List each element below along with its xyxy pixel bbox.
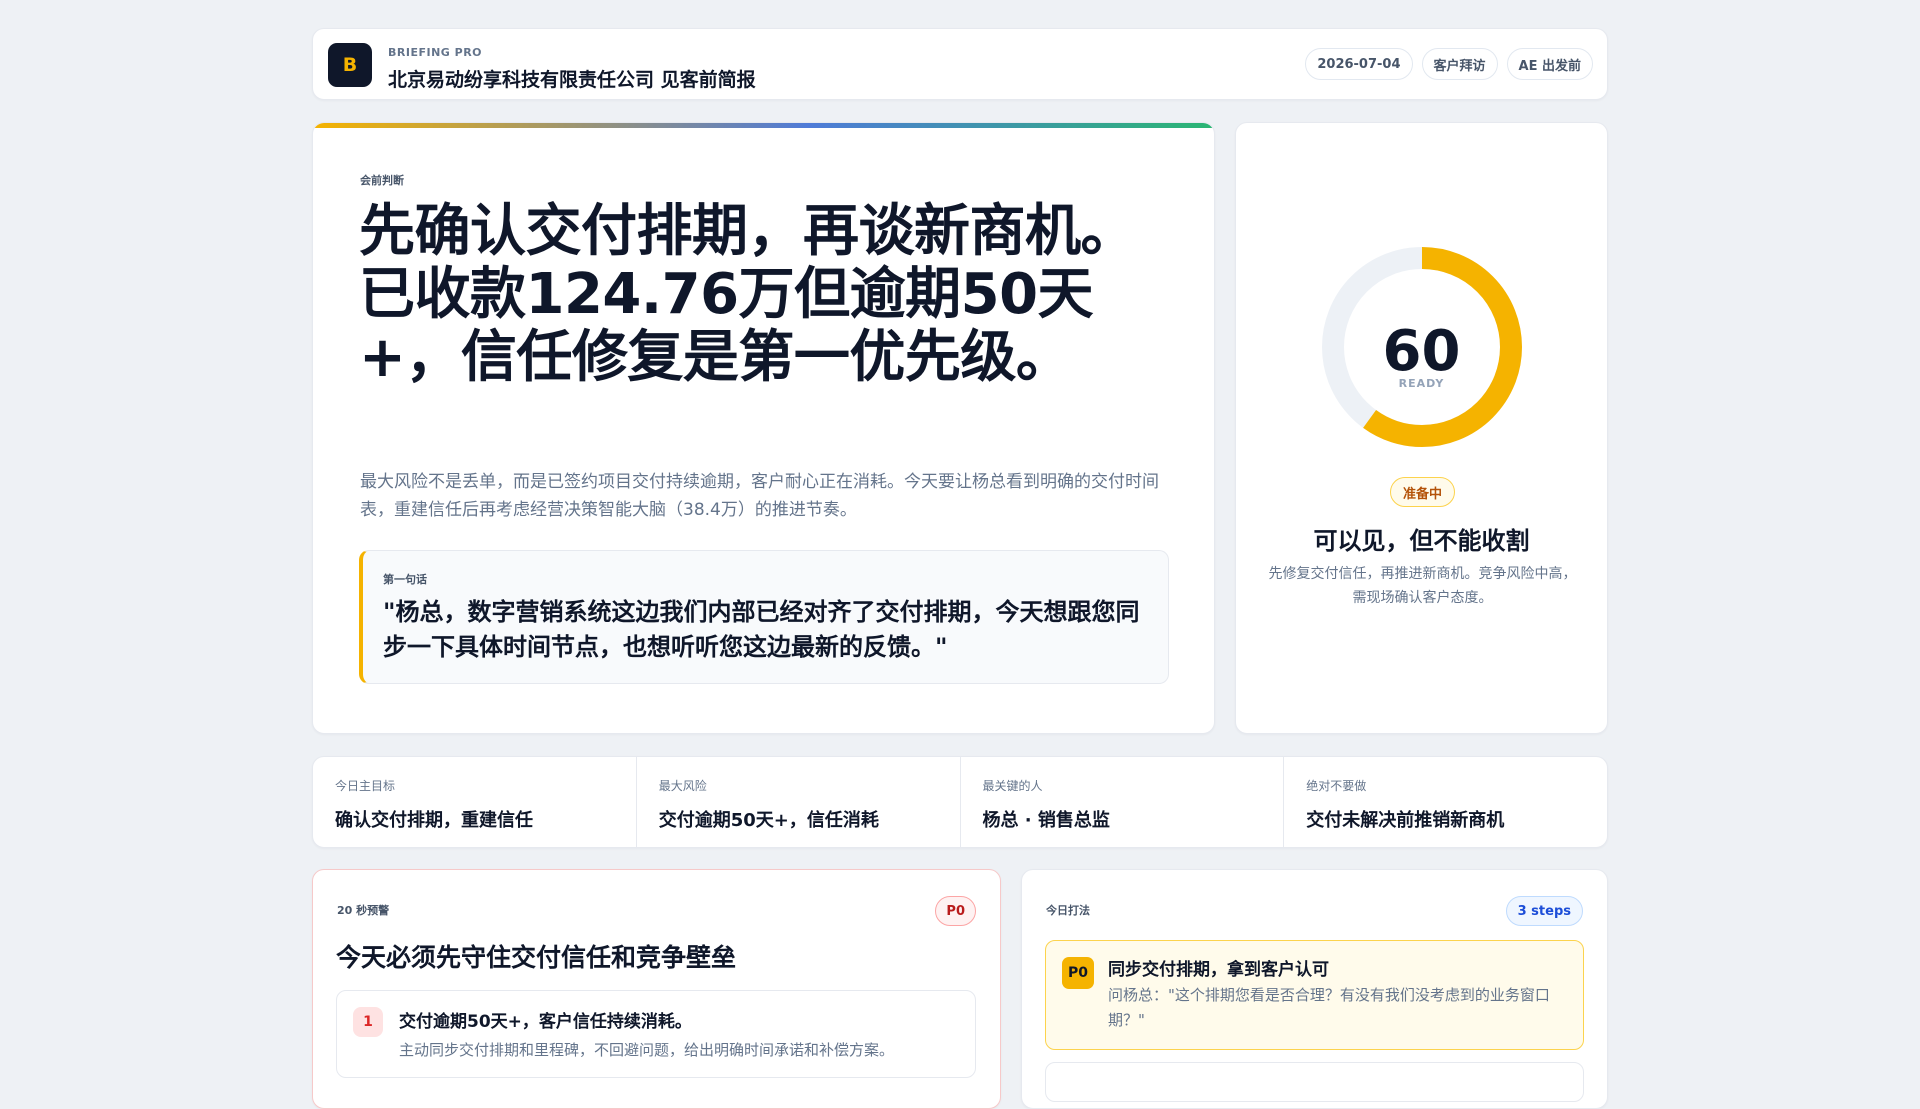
step-detail: 问杨总："这个排期您看是否合理？有没有我们没考虑到的业务窗口期？" xyxy=(1108,986,1550,1029)
plan-step-next[interactable] xyxy=(1045,1062,1584,1102)
alert-kicker: 20 秒预警 xyxy=(337,904,390,917)
summary-label: 今日主目标 xyxy=(335,779,396,793)
status-badge: 准备中 xyxy=(1390,477,1456,507)
summary-label: 绝对不要做 xyxy=(1306,779,1367,793)
summary-value: 交付逾期50天+，信任消耗 xyxy=(658,810,879,831)
readiness-note: 先修复交付信任，再推进新商机。竞争风险中高，需现场确认客户态度。 xyxy=(1268,566,1577,606)
judgement-headline: 先确认交付排期，再谈新商机。已收款124.76万但逾期50天+，信任修复是第一优… xyxy=(359,199,1137,390)
summary-value: 确认交付排期，重建信任 xyxy=(335,810,533,831)
priority-badge: P0 xyxy=(935,896,976,926)
summary-goal: 今日主目标 确认交付排期，重建信任 xyxy=(313,757,637,847)
summary-value: 交付未解决前推销新商机 xyxy=(1306,810,1505,831)
alert-item[interactable]: 1 交付逾期50天+，客户信任持续消耗。 主动同步交付排期和里程碑，不回避问题，… xyxy=(336,990,976,1078)
first-line-text: "杨总，数字营销系统这边我们内部已经对齐了交付排期，今天想跟您同步一下具体时间节… xyxy=(383,598,1140,661)
summary-value: 杨总 · 销售总监 xyxy=(982,810,1110,831)
summary-strip: 今日主目标 确认交付排期，重建信任 最大风险 交付逾期50天+，信任消耗 最关键… xyxy=(312,756,1608,848)
first-line-kicker: 第一句话 xyxy=(383,573,427,586)
alert-title: 今天必须先守住交付信任和竞争壁垒 xyxy=(336,943,737,972)
summary-label: 最关键的人 xyxy=(982,779,1043,793)
brand-logo: B xyxy=(328,43,372,87)
stage-chip[interactable]: AE 出发前 xyxy=(1506,48,1593,80)
step-title: 同步交付排期，拿到客户认可 xyxy=(1108,960,1329,980)
header-chips: 2026-07-04 客户拜访 AE 出发前 xyxy=(1305,48,1593,80)
judgement-kicker: 会前判断 xyxy=(360,174,404,187)
alert-item-number: 1 xyxy=(353,1007,383,1037)
alert-item-title: 交付逾期50天+，客户信任持续消耗。 xyxy=(399,1012,692,1032)
first-line-quote: 第一句话 "杨总，数字营销系统这边我们内部已经对齐了交付排期，今天想跟您同步一下… xyxy=(359,550,1169,684)
plan-kicker: 今日打法 xyxy=(1046,904,1090,917)
readiness-card: 60 READY 准备中 可以见，但不能收割 先修复交付信任，再推进新商机。竞争… xyxy=(1235,122,1608,734)
brand-kicker: BRIEFING PRO xyxy=(388,46,483,59)
summary-key-person: 最关键的人 杨总 · 销售总监 xyxy=(961,757,1285,847)
judgement-description: 最大风险不是丢单，而是已签约项目交付持续逾期，客户耐心正在消耗。今天要让杨总看到… xyxy=(360,472,1159,520)
page-title: 北京易动纷享科技有限责任公司 见客前简报 xyxy=(388,69,756,91)
summary-label: 最大风险 xyxy=(658,779,707,793)
readiness-title: 可以见，但不能收割 xyxy=(1313,527,1530,555)
readiness-score: 60 xyxy=(1382,319,1461,384)
summary-risk: 最大风险 交付逾期50天+，信任消耗 xyxy=(637,757,961,847)
alert-item-detail: 主动同步交付排期和里程碑，不回避问题，给出明确时间承诺和补偿方案。 xyxy=(399,1041,895,1059)
readiness-score-label: READY xyxy=(1398,377,1445,390)
step-priority-badge: P0 xyxy=(1062,957,1094,989)
date-chip[interactable]: 2026-07-04 xyxy=(1305,48,1413,80)
summary-dont-do: 绝对不要做 交付未解决前推销新商机 xyxy=(1284,757,1607,847)
accent-gradient-bar xyxy=(313,123,1214,128)
steps-badge: 3 steps xyxy=(1505,896,1583,926)
plan-step[interactable]: P0 同步交付排期，拿到客户认可 问杨总："这个排期您看是否合理？有没有我们没考… xyxy=(1045,940,1584,1050)
briefing-header: B BRIEFING PRO 北京易动纷享科技有限责任公司 见客前简报 2026… xyxy=(312,28,1608,100)
visit-type-chip[interactable]: 客户拜访 xyxy=(1421,48,1498,80)
